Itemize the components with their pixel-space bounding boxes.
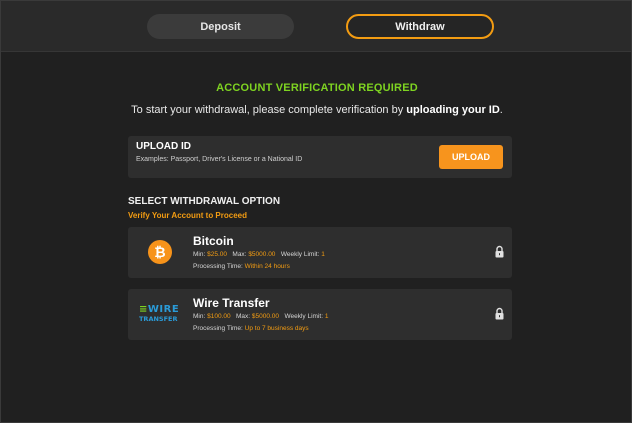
processing-time-value: Up to 7 business days — [244, 325, 309, 332]
wire-logo-line1: WIRE — [147, 304, 180, 315]
tab-bar: Deposit Withdraw — [1, 1, 631, 52]
tab-deposit[interactable]: Deposit — [147, 14, 294, 39]
verify-account-notice: Verify Your Account to Proceed — [128, 211, 247, 220]
option-name: Bitcoin — [193, 234, 234, 248]
withdrawal-option-wire-transfer[interactable]: ≡WIRE TRANSFER Wire Transfer Min: $100.0… — [128, 289, 512, 340]
processing-time-label: Processing Time: — [193, 325, 243, 332]
min-label: Min: — [193, 313, 206, 320]
max-value: $5000.00 — [248, 251, 276, 258]
tab-withdraw[interactable]: Withdraw — [346, 14, 494, 39]
upload-id-card: UPLOAD ID Examples: Passport, Driver's L… — [128, 136, 512, 178]
option-limits: Min: $25.00 Max: $5000.00 Weekly Limit: … — [193, 251, 325, 258]
wire-transfer-logo: ≡WIRE TRANSFER — [139, 304, 180, 324]
bitcoin-icon: ₿ — [148, 240, 172, 264]
withdrawal-panel: Deposit Withdraw ACCOUNT VERIFICATION RE… — [0, 0, 632, 423]
subtitle-suffix: . — [499, 104, 503, 116]
wire-logo-line2: TRANSFER — [139, 315, 178, 323]
lock-icon — [495, 245, 504, 258]
processing-time-value: Within 24 hours — [244, 263, 290, 270]
withdrawal-option-bitcoin[interactable]: ₿ Bitcoin Min: $25.00 Max: $5000.00 Week… — [128, 227, 512, 278]
verification-subtitle: To start your withdrawal, please complet… — [1, 104, 631, 116]
processing-time: Processing Time: Up to 7 business days — [193, 325, 309, 332]
max-label: Max: — [232, 251, 247, 258]
upload-id-title: UPLOAD ID — [136, 141, 191, 152]
processing-time-label: Processing Time: — [193, 263, 243, 270]
weekly-limit-label: Weekly Limit: — [280, 251, 320, 258]
option-name: Wire Transfer — [193, 296, 270, 310]
min-value: $25.00 — [207, 251, 227, 258]
verification-title: ACCOUNT VERIFICATION REQUIRED — [216, 82, 418, 94]
upload-button[interactable]: UPLOAD — [439, 145, 503, 169]
option-limits: Min: $100.00 Max: $5000.00 Weekly Limit:… — [193, 313, 328, 320]
max-label: Max: — [236, 313, 251, 320]
processing-time: Processing Time: Within 24 hours — [193, 263, 290, 270]
weekly-limit-label: Weekly Limit: — [284, 313, 323, 320]
lock-icon — [495, 307, 504, 320]
withdrawal-option-title: SELECT WITHDRAWAL OPTION — [128, 196, 281, 207]
upload-id-description: Examples: Passport, Driver's License or … — [136, 156, 303, 163]
max-value: $5000.00 — [251, 313, 280, 320]
min-value: $100.00 — [207, 313, 231, 320]
subtitle-text: To start your withdrawal, please complet… — [131, 104, 407, 116]
weekly-limit-value: 1 — [324, 313, 329, 320]
weekly-limit-value: 1 — [321, 251, 325, 258]
subtitle-bold-text: uploading your ID — [406, 104, 500, 116]
min-label: Min: — [193, 251, 206, 258]
